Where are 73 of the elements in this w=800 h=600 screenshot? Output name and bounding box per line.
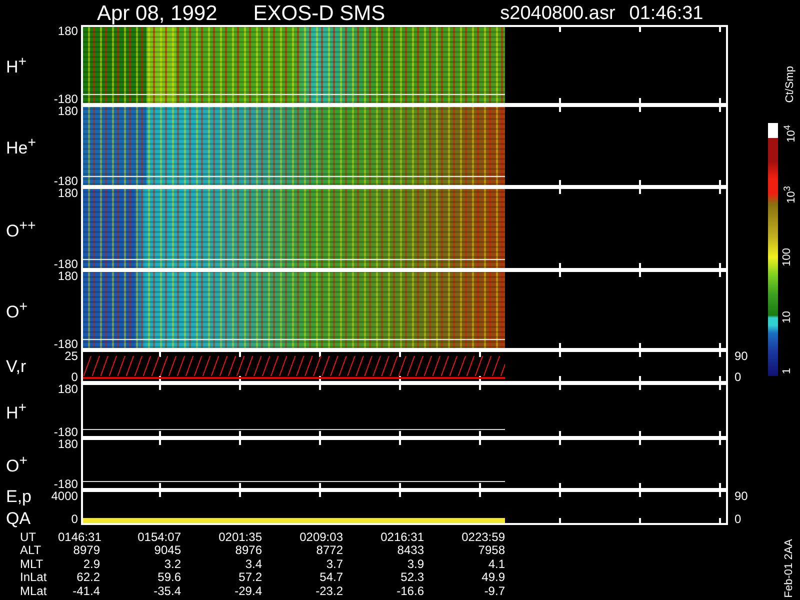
axis-tick-label: 0 bbox=[71, 371, 78, 383]
row-label: MLT bbox=[20, 558, 44, 572]
table-cell-text: 3.7 bbox=[325, 558, 343, 572]
row-label: ALT bbox=[20, 544, 42, 558]
table-cell-text: 8976 bbox=[234, 544, 262, 558]
axis-tick-label: 90 bbox=[734, 490, 749, 502]
axis-tick-label: 4000 bbox=[51, 490, 78, 502]
table-cell-text: 0201:35 bbox=[218, 531, 262, 544]
panel-label: H$^{+}$ bbox=[6, 53, 27, 77]
axis-tick-label: 180 bbox=[58, 187, 78, 199]
axis-tick-label: 90 bbox=[734, 350, 749, 362]
axis-tick-label: 180 bbox=[58, 270, 78, 282]
axis-tick-label: 180 bbox=[58, 25, 78, 37]
table-cell-text: 2.9 bbox=[82, 558, 100, 572]
plot-time: 01:46:31 bbox=[629, 3, 704, 25]
axis-tick-label: 180 bbox=[58, 383, 78, 395]
axis-tick-label: 180 bbox=[58, 438, 78, 450]
axis-tick-label: 180 bbox=[58, 105, 78, 117]
table-cell-text: 52.3 bbox=[400, 571, 424, 585]
panel-label: O$^{+}$ bbox=[6, 452, 28, 476]
table-cell-text: 8979 bbox=[72, 544, 100, 558]
colorbar-tick-label: 1 bbox=[780, 368, 794, 374]
colorbar-unit: Ct/Smp bbox=[784, 66, 796, 103]
axis-tick-label: 0 bbox=[734, 371, 742, 383]
table-cell-text: 57.2 bbox=[238, 571, 262, 585]
table-cell-text: 0216:31 bbox=[380, 531, 424, 544]
axis-tick-label: -180 bbox=[54, 478, 78, 490]
table-cell-text: 7958 bbox=[477, 544, 505, 558]
table-cell-text: 0223:59 bbox=[460, 531, 505, 544]
table-cell-text: 3.9 bbox=[406, 558, 424, 572]
plot-date: Apr 08, 1992 bbox=[97, 3, 218, 25]
panel-label: He$^{+}$ bbox=[6, 134, 36, 158]
table-cell-text: 8433 bbox=[396, 544, 424, 558]
table-cell-text: 9045 bbox=[153, 544, 181, 558]
file-name: s2040800.asr bbox=[500, 3, 616, 25]
axis-tick-label: 0 bbox=[734, 513, 742, 525]
row-label: MLat bbox=[20, 584, 48, 598]
panel-label: V,r bbox=[6, 358, 26, 376]
axis-tick-label: -180 bbox=[54, 93, 78, 105]
axis-tick-label: 0 bbox=[71, 513, 78, 525]
table-cell-text: 54.7 bbox=[318, 571, 343, 585]
colorbar-tick-label: 10 bbox=[780, 310, 794, 324]
table-cell: 0146:31 bbox=[58, 531, 100, 544]
panel-label: H$^{+}$ bbox=[6, 398, 27, 422]
colorbar-tick-label: 100 bbox=[780, 248, 794, 267]
panel-label: E,p bbox=[6, 488, 32, 506]
table-cell-text: 49.9 bbox=[480, 571, 505, 585]
table-cell-text: 59.6 bbox=[156, 571, 181, 585]
table-cell-text: 3.4 bbox=[244, 558, 262, 572]
panel-label: O$^{+}$ bbox=[6, 298, 28, 322]
table-cell-text: 0209:03 bbox=[298, 531, 343, 544]
table-cell-text: -35.4 bbox=[152, 584, 181, 598]
table-cell-text: 4.1 bbox=[487, 558, 505, 572]
axis-tick-label: -180 bbox=[54, 338, 78, 350]
table-cell-text: 62.2 bbox=[76, 571, 100, 585]
axis-tick-label: -180 bbox=[54, 426, 78, 438]
axis-tick-label: -180 bbox=[54, 175, 78, 187]
table-cell-text: -29.4 bbox=[234, 584, 262, 598]
instrument-title: EXOS-D SMS bbox=[253, 3, 386, 25]
row-label: UT bbox=[20, 531, 37, 544]
table-cell-text: 8772 bbox=[315, 544, 343, 558]
table-cell-text: 0154:07 bbox=[136, 531, 181, 544]
panel-label: O$^{++}$ bbox=[6, 216, 36, 240]
table-cell-text: -23.2 bbox=[314, 584, 343, 598]
axis-tick-label: -180 bbox=[54, 258, 78, 270]
table-cell-text: -41.4 bbox=[72, 584, 100, 598]
table-cell-text: -9.7 bbox=[483, 584, 505, 598]
axis-tick-label: 25 bbox=[64, 350, 78, 362]
footer-label: Feb-01 2AA bbox=[783, 539, 795, 598]
table-cell-text: -16.6 bbox=[396, 584, 424, 598]
panel-label: QA bbox=[6, 510, 32, 528]
row-label: InLat bbox=[20, 571, 48, 585]
table-cell-text: 3.2 bbox=[163, 558, 181, 572]
